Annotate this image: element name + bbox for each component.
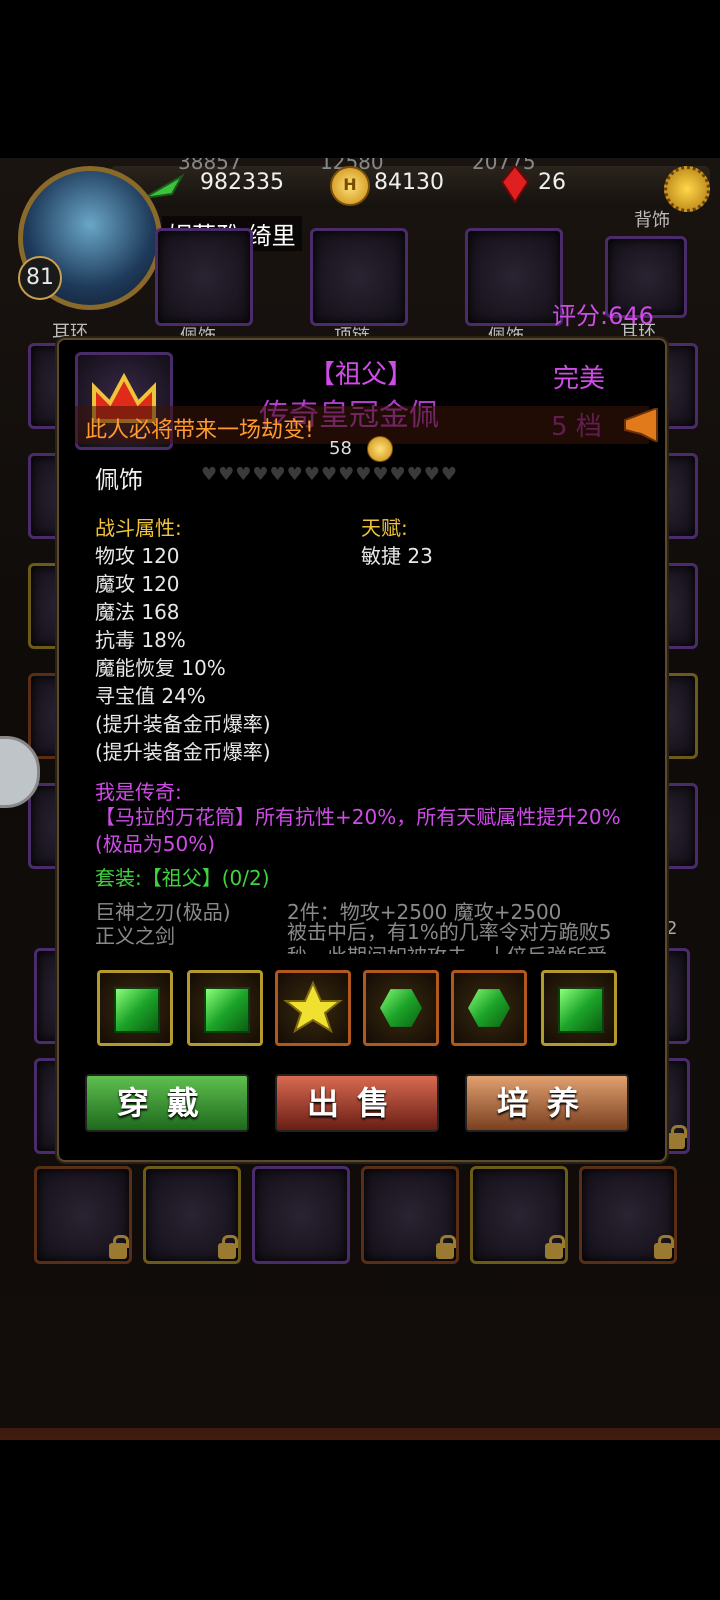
item-family: 【祖父】 [309, 360, 414, 390]
gold-value: 84130 [374, 170, 444, 195]
item-type: 佩饰 [95, 466, 143, 494]
equipment-score: 评分:646 [552, 302, 654, 330]
stat-line: 抗毒 18% [95, 628, 186, 652]
equip-button[interactable]: 穿戴 [85, 1074, 249, 1132]
gem-socket-6[interactable] [541, 970, 617, 1046]
gem-socket-1[interactable] [97, 970, 173, 1046]
sell-button[interactable]: 出售 [275, 1074, 439, 1132]
green-hex-gem-icon [468, 989, 510, 1027]
equip-slot-charm-left[interactable] [155, 228, 253, 326]
game-screen: 38857 12580 20775 982335 H 84130 26 背饰 8… [0, 158, 720, 1440]
stat-line: 寻宝值 24% [95, 684, 206, 708]
legend-title: 我是传奇: [95, 780, 182, 804]
inventory-slot-6[interactable] [579, 1166, 677, 1264]
equip-slot-necklace[interactable] [310, 228, 408, 326]
lock-icon [218, 1235, 238, 1259]
gem-value: 26 [538, 170, 566, 195]
lock-icon [667, 1125, 687, 1149]
side-partial-number: 2 [666, 918, 678, 939]
stat-line: 魔法 168 [95, 600, 180, 624]
item-detail-popup: 【祖父】 传奇皇冠金佩 完美 5 档 此人必将带来一场劫变! 58 佩饰 ♥♥♥… [57, 338, 667, 1162]
price-coin-icon [367, 436, 393, 462]
inventory-slot-3[interactable] [252, 1166, 350, 1264]
set-section: 巨神之刃(极品) 正义之剑 2件：物攻+2500 魔攻+2500 被击中后，有1… [95, 896, 635, 954]
stat-line: (提升装备金币爆率) [95, 712, 271, 736]
lock-icon [109, 1235, 129, 1259]
stat-line: 魔能恢复 10% [95, 656, 226, 680]
stat-line: 魔攻 120 [95, 572, 180, 596]
talent-title: 天赋: [361, 516, 408, 540]
gem-socket-2[interactable] [187, 970, 263, 1046]
green-gem-icon [114, 987, 160, 1033]
equip-slot-charm-right[interactable] [465, 228, 563, 326]
gold-coin-icon: H [330, 166, 370, 206]
horn-icon [621, 406, 661, 446]
item-price: 58 [329, 438, 352, 459]
set-item: 正义之剑 [95, 924, 175, 948]
gem-socket-5[interactable] [451, 970, 527, 1046]
inventory-slot-5[interactable] [470, 1166, 568, 1264]
talent-line: 敏捷 23 [361, 544, 433, 568]
settings-gear-icon[interactable] [664, 166, 710, 212]
set-bonus-2: 被击中后，有1%的几率令对方跪败5秒，此期间如被攻击，十倍反弹所受 [287, 920, 612, 954]
inventory-slot-1[interactable] [34, 1166, 132, 1264]
inventory-slot-2[interactable] [143, 1166, 241, 1264]
gem-socket-4[interactable] [363, 970, 439, 1046]
item-quality: 完美 [553, 364, 606, 394]
legend-text: 【马拉的万花筒】所有抗性+20%，所有天赋属性提升20%(极品为50%) [95, 805, 621, 856]
red-gem-icon [500, 164, 530, 208]
green-gem-icon [204, 987, 250, 1033]
gem-socket-3[interactable] [275, 970, 351, 1046]
back-slot-label: 背饰 [634, 210, 670, 231]
bottom-nav: 商店 角色 冒险 援助 帝国 [0, 1428, 720, 1440]
gold-star-gem-icon [283, 980, 343, 1034]
lock-icon [436, 1235, 456, 1259]
exp-value: 982335 [200, 170, 284, 195]
marquee-text: 此人必将带来一场劫变! [85, 418, 314, 443]
train-button[interactable]: 培养 [465, 1074, 629, 1132]
inventory-slot-4[interactable] [361, 1166, 459, 1264]
player-level-badge: 81 [18, 256, 62, 300]
stat-line: 物攻 120 [95, 544, 180, 568]
stat-line: (提升装备金币爆率) [95, 740, 271, 764]
green-gem-icon [558, 987, 604, 1033]
set-title: 套装:【祖父】(0/2) [95, 866, 270, 890]
heart-rating: ♥♥♥♥♥♥♥♥♥♥♥♥♥♥♥ [201, 464, 459, 485]
lock-icon [545, 1235, 565, 1259]
lock-icon [654, 1235, 674, 1259]
green-hex-gem-icon [380, 989, 422, 1027]
combat-stats-title: 战斗属性: [95, 516, 182, 540]
